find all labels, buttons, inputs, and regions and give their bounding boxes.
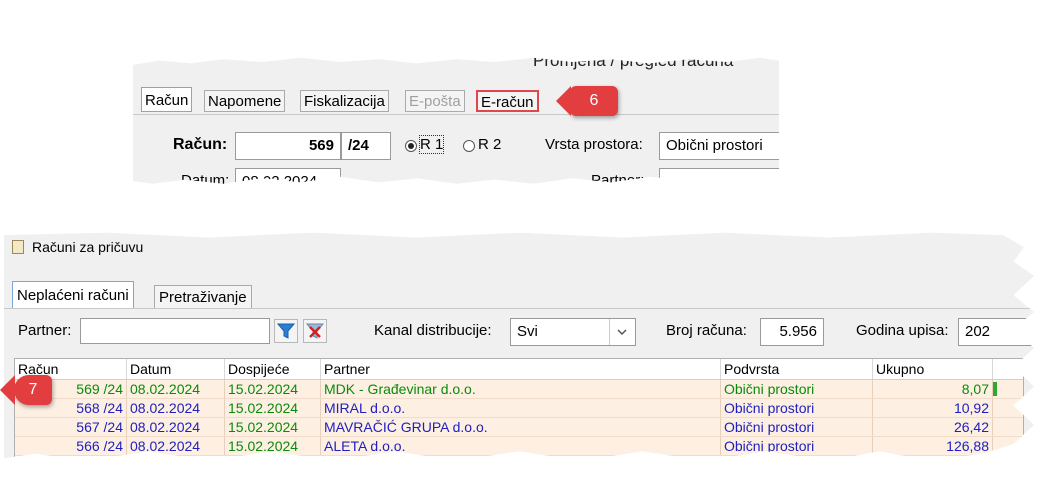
cell-partner: MIRAL d.o.o. (321, 399, 721, 417)
callout-6: 6 (556, 86, 618, 116)
partner-field-top[interactable] (659, 168, 779, 184)
cell-podvrsta: Obični prostori (721, 418, 873, 436)
radio-r1-label: R 1 (418, 135, 445, 154)
callout-7: 7 (0, 375, 52, 405)
tab-racun[interactable]: Račun (141, 87, 193, 112)
filter-icon[interactable] (274, 319, 298, 343)
cell-ukupno: 126,88 (873, 437, 993, 455)
invoices-grid: Račun Datum Dospijeće Partner Podvrsta U… (14, 358, 1024, 461)
cell-racun: 567 /24 (15, 418, 127, 436)
vrsta-prostora-label: Vrsta prostora: (545, 136, 643, 153)
cell-partner: ALETA d.o.o. (321, 437, 721, 455)
cell-dospijece: 15.02.2024 (225, 418, 321, 436)
radio-r2-label: R 2 (478, 136, 502, 153)
tab-neplaceni-racuni[interactable]: Neplaćeni računi (12, 281, 134, 309)
vrsta-prostora-select[interactable]: Obični prostori (659, 132, 779, 160)
cell-podvrsta: Obični prostori (721, 380, 873, 398)
grid-header: Račun Datum Dospijeće Partner Podvrsta U… (15, 359, 1023, 380)
table-row[interactable]: 568 /24 08.02.2024 15.02.2024 MIRAL d.o.… (15, 399, 1023, 418)
cell-datum: 08.02.2024 (127, 418, 225, 436)
cell-datum: 08.02.2024 (127, 437, 225, 455)
chevron-down-icon[interactable] (609, 319, 635, 345)
window-app-icon (12, 240, 24, 254)
kanal-distribucije-value: Svi (517, 323, 538, 340)
radio-r2[interactable] (463, 140, 475, 152)
column-dospijece[interactable]: Dospijeće (225, 359, 321, 379)
racuni-za-pricuvu-window: Računi za pričuvu Neplaćeni računi Pretr… (4, 232, 1034, 461)
invoice-edit-dialog-snippet: Promjena / pregled računa Račun Napomene… (133, 51, 779, 189)
cell-partner: MDK - Građevinar d.o.o. (321, 380, 721, 398)
cell-ukupno: 10,92 (873, 399, 993, 417)
cell-podvrsta: Obični prostori (721, 437, 873, 455)
cell-dospijece: 15.02.2024 (225, 380, 321, 398)
column-datum[interactable]: Datum (127, 359, 225, 379)
cell-podvrsta: Obični prostori (721, 399, 873, 417)
column-ukupno[interactable]: Ukupno (873, 359, 993, 379)
cell-ukupno: 8,07 (873, 380, 993, 398)
kanal-distribucije-label: Kanal distribucije: (374, 322, 492, 339)
radio-r1[interactable] (405, 140, 417, 152)
partner-filter-input[interactable] (80, 318, 270, 344)
godina-upisa-label: Godina upisa: (856, 322, 949, 339)
tab-napomene[interactable]: Napomene (204, 90, 286, 112)
tab-fiskalizacija[interactable]: Fiskalizacija (300, 90, 389, 112)
tab-e-racun[interactable]: E-račun (476, 90, 539, 112)
partner-filter-label: Partner: (18, 322, 72, 339)
cell-dospijece: 15.02.2024 (225, 399, 321, 417)
paid-status-marker (993, 382, 997, 396)
cell-dospijece: 15.02.2024 (225, 437, 321, 455)
dialog-title: Promjena / pregled računa (533, 51, 734, 70)
tab-pretrazivanje[interactable]: Pretraživanje (154, 285, 252, 309)
table-row[interactable]: 566 /24 08.02.2024 15.02.2024 ALETA d.o.… (15, 437, 1023, 456)
cell-racun: 566 /24 (15, 437, 127, 455)
cell-datum: 08.02.2024 (127, 399, 225, 417)
kanal-distribucije-select[interactable]: Svi (510, 318, 636, 346)
datum-label: Datum: (181, 172, 230, 189)
window-title-bar: Računi za pričuvu (4, 232, 1034, 266)
partner-label-top: Partner: (591, 172, 645, 189)
column-partner[interactable]: Partner (321, 359, 721, 379)
racun-year-field[interactable]: /24 (341, 132, 391, 160)
datum-field[interactable]: 08.02.2024 (235, 168, 341, 184)
tab-panel-border (133, 114, 779, 115)
tab-panel-border (4, 308, 1034, 309)
racun-number-field[interactable]: 569 (235, 132, 341, 160)
cell-partner: MAVRAČIĆ GRUPA d.o.o. (321, 418, 721, 436)
racun-label: Račun: (173, 136, 228, 153)
cell-ukupno: 26,42 (873, 418, 993, 436)
table-row[interactable]: 567 /24 08.02.2024 15.02.2024 MAVRAČIĆ G… (15, 418, 1023, 437)
cell-datum: 08.02.2024 (127, 380, 225, 398)
column-podvrsta[interactable]: Podvrsta (721, 359, 873, 379)
broj-racuna-input[interactable]: 5.956 (760, 318, 824, 346)
broj-racuna-label: Broj računa: (666, 322, 747, 339)
godina-upisa-input[interactable]: 202 (958, 318, 1034, 346)
clear-filter-icon[interactable] (303, 319, 327, 343)
table-row[interactable]: 569 /24 08.02.2024 15.02.2024 MDK - Građ… (15, 380, 1023, 399)
tab-e-posta: E-pošta (405, 90, 465, 112)
window-title: Računi za pričuvu (32, 239, 144, 255)
